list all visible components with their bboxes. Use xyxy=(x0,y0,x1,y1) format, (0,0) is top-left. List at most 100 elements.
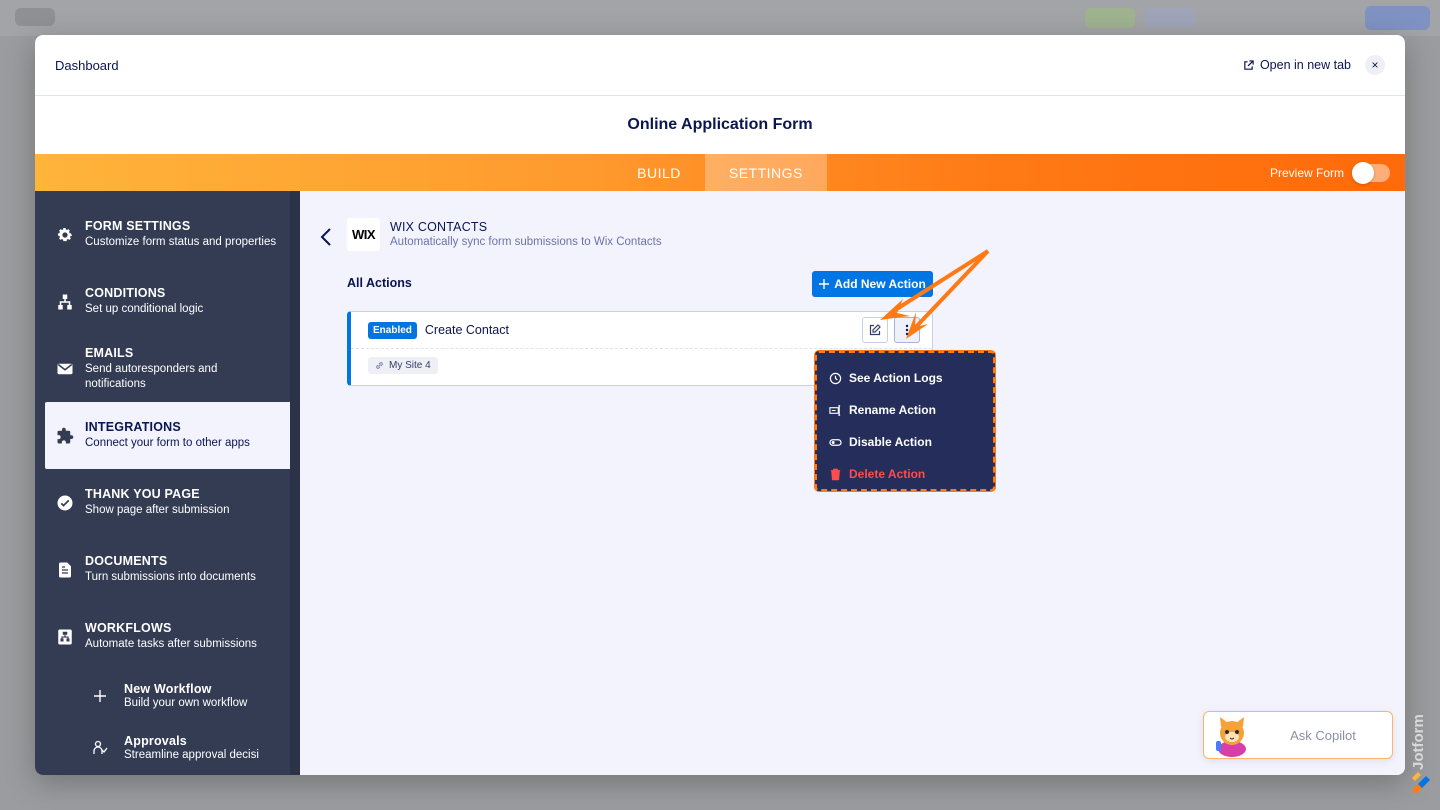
back-button[interactable] xyxy=(320,227,332,252)
menu-item-rename-action[interactable]: Rename Action xyxy=(829,394,993,426)
link-icon xyxy=(376,362,383,369)
sidebar-item-text: DOCUMENTS Turn submissions into document… xyxy=(85,554,256,585)
sidebar-item-text: INTEGRATIONS Connect your form to other … xyxy=(85,420,250,451)
sidebar-item-form-settings[interactable]: FORM SETTINGS Customize form status and … xyxy=(35,201,290,268)
tab-build[interactable]: BUILD xyxy=(613,154,705,191)
menu-item-see-action-logs[interactable]: See Action Logs xyxy=(829,362,993,394)
background-blob xyxy=(1085,8,1135,28)
integration-panel: WIX WIX CONTACTS Automatically sync form… xyxy=(300,191,1405,775)
add-new-action-label: Add New Action xyxy=(834,277,926,291)
sidebar-item-text: WORKFLOWS Automate tasks after submissio… xyxy=(85,621,257,652)
integration-name: WIX CONTACTS xyxy=(390,220,488,234)
sidebar-item-text: THANK YOU PAGE Show page after submissio… xyxy=(85,487,229,518)
more-options-button[interactable] xyxy=(894,317,920,343)
open-new-tab-link[interactable]: Open in new tab xyxy=(1243,58,1351,72)
sidebar-item-text: FORM SETTINGS Customize form status and … xyxy=(85,219,276,250)
sidebar-item-emails[interactable]: EMAILS Send autoresponders and notificat… xyxy=(35,335,290,402)
open-new-tab-label: Open in new tab xyxy=(1259,58,1351,72)
check-circle-icon xyxy=(55,493,75,513)
preview-form-toggle[interactable] xyxy=(1352,161,1390,184)
sidebar-item-title: FORM SETTINGS xyxy=(85,219,191,233)
toggle-icon xyxy=(829,438,842,446)
sidebar-item-text: Approvals Streamline approval decisi xyxy=(124,734,259,763)
tab-settings[interactable]: SETTINGS xyxy=(704,154,827,191)
sidebar-item-subtitle: Send autoresponders and notifications xyxy=(85,362,218,390)
trash-icon xyxy=(830,468,841,480)
status-badge: Enabled xyxy=(368,321,417,339)
sidebar-item-subtitle: Build your own workflow xyxy=(124,696,248,709)
sidebar-item-workflows[interactable]: WORKFLOWS Automate tasks after submissio… xyxy=(35,603,290,670)
modal-title: Dashboard xyxy=(55,57,119,73)
action-name: Create Contact xyxy=(424,323,509,337)
sidebar-item-integrations[interactable]: INTEGRATIONS Connect your form to other … xyxy=(45,402,290,469)
sidebar-item-text: CONDITIONS Set up conditional logic xyxy=(85,286,203,317)
sidebar-item-conditions[interactable]: CONDITIONS Set up conditional logic xyxy=(35,268,290,335)
workflow-icon xyxy=(55,627,75,647)
menu-item-label: Delete Action xyxy=(849,467,926,481)
background-blob xyxy=(1145,8,1195,28)
sidebar-item-title: CONDITIONS xyxy=(85,286,166,300)
external-link-icon xyxy=(1244,59,1254,70)
integration-description: Automatically sync form submissions to W… xyxy=(390,236,662,248)
sidebar-item-title: New Workflow xyxy=(124,681,212,696)
sidebar-item-subtitle: Turn submissions into documents xyxy=(85,571,256,583)
document-icon xyxy=(55,560,75,580)
sidebar-subitem-approvals[interactable]: Approvals Streamline approval decisi xyxy=(35,722,300,774)
wix-logo-text: WIX xyxy=(351,227,376,242)
wix-logo: WIX xyxy=(347,218,380,251)
menu-item-delete-action[interactable]: Delete Action xyxy=(829,458,993,490)
sidebar-item-title: INTEGRATIONS xyxy=(85,420,181,434)
chevron-left-icon xyxy=(320,228,331,246)
form-title-bar: Online Application Form xyxy=(35,96,1405,154)
kebab-menu-icon xyxy=(905,324,909,336)
plus-icon xyxy=(819,279,830,289)
sidebar-item-thank-you-page[interactable]: THANK YOU PAGE Show page after submissio… xyxy=(35,469,290,536)
sidebar-item-subtitle: Set up conditional logic xyxy=(85,303,204,315)
form-title: Online Application Form xyxy=(627,116,813,133)
site-tag: My Site 4 xyxy=(368,357,438,374)
sidebar-item-subtitle: Connect your form to other apps xyxy=(85,437,250,449)
background-blob xyxy=(15,8,55,26)
conditions-icon xyxy=(55,292,75,312)
menu-item-label: See Action Logs xyxy=(849,371,943,385)
menu-item-label: Disable Action xyxy=(849,435,932,449)
tab-settings-label: SETTINGS xyxy=(728,164,803,181)
copilot-avatar xyxy=(1210,713,1254,757)
close-button[interactable]: × xyxy=(1365,55,1385,75)
settings-content: FORM SETTINGS Customize form status and … xyxy=(35,191,1405,775)
close-icon: × xyxy=(1371,58,1379,72)
builder-tabs-bar: BUILD SETTINGS Preview Form xyxy=(35,154,1405,191)
action-options-menu: See Action Logs Rename Action Disable Ac… xyxy=(815,351,995,491)
sidebar-item-title: WORKFLOWS xyxy=(85,621,172,635)
sidebar-subitem-new-workflow[interactable]: New Workflow Build your own workflow xyxy=(35,670,300,722)
preview-form-label: Preview Form xyxy=(1269,165,1344,180)
sidebar-item-subtitle: Show page after submission xyxy=(85,504,230,516)
settings-sidebar: FORM SETTINGS Customize form status and … xyxy=(35,191,300,775)
ask-copilot-button[interactable]: Ask Copilot xyxy=(1203,711,1393,759)
site-name: My Site 4 xyxy=(389,360,431,371)
sidebar-item-title: EMAILS xyxy=(85,345,134,360)
sidebar-item-documents[interactable]: DOCUMENTS Turn submissions into document… xyxy=(35,536,290,603)
plus-icon xyxy=(90,686,110,706)
sidebar-item-title: DOCUMENTS xyxy=(85,554,168,568)
sidebar-item-text: EMAILS Send autoresponders and notificat… xyxy=(85,346,235,392)
gear-icon xyxy=(55,225,75,245)
sidebar-item-subtitle: Automate tasks after submissions xyxy=(85,638,257,650)
edit-action-button[interactable] xyxy=(862,317,888,343)
edit-icon xyxy=(869,324,881,336)
sidebar-item-subtitle: Customize form status and properties xyxy=(85,236,277,248)
jotform-brand-watermark: Jotform xyxy=(1406,690,1436,800)
all-actions-heading: All Actions xyxy=(347,276,412,290)
add-new-action-button[interactable]: Add New Action xyxy=(812,271,933,297)
sidebar-item-title: THANK YOU PAGE xyxy=(85,487,200,501)
menu-item-label: Rename Action xyxy=(849,403,936,417)
rename-icon xyxy=(829,404,841,416)
approvals-icon xyxy=(90,738,110,758)
jotform-brand-name: Jotform xyxy=(1410,714,1427,770)
action-card-header: Enabled Create Contact xyxy=(351,312,932,349)
menu-item-disable-action[interactable]: Disable Action xyxy=(829,426,993,458)
ask-copilot-label: Ask Copilot xyxy=(1290,727,1356,743)
sidebar-scrollbar[interactable] xyxy=(290,191,300,775)
sidebar-item-subtitle: Streamline approval decisi xyxy=(124,748,259,761)
sidebar-item-text: New Workflow Build your own workflow xyxy=(124,682,247,711)
